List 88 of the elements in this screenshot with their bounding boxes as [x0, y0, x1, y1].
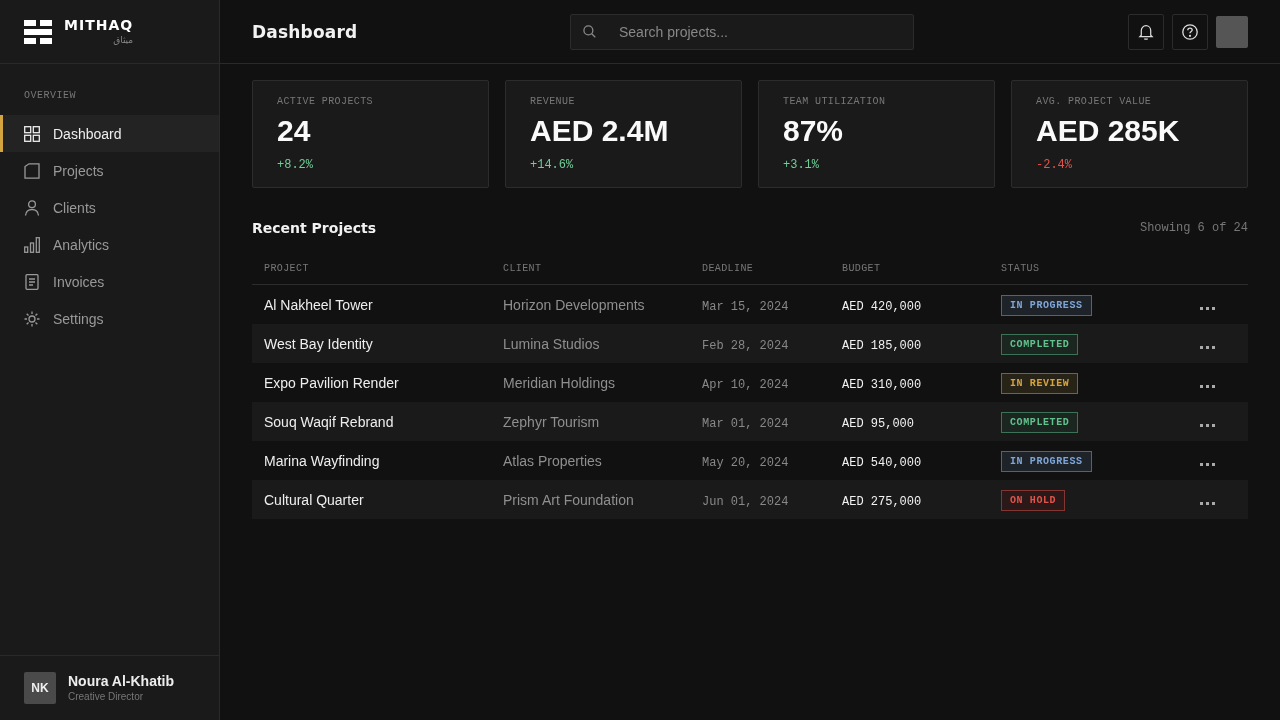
deadline-date: Mar 01, 2024	[702, 416, 789, 431]
stat-value: AED 285K	[1036, 113, 1180, 149]
stat-change: -2.4%	[1036, 158, 1072, 172]
logo-icon	[24, 19, 52, 44]
column-header: CLIENT	[503, 263, 542, 274]
status-badge: IN REVIEW	[1001, 372, 1079, 394]
nav-item[interactable]: Clients	[0, 189, 219, 226]
user-avatar: NK	[24, 672, 56, 704]
budget-amount: AED 420,000	[842, 299, 922, 314]
client-name: Lumina Studios	[503, 335, 600, 352]
status-badge: COMPLETED	[1001, 411, 1079, 433]
bell-icon	[1138, 23, 1154, 40]
stat-value: 87%	[783, 113, 844, 149]
nav-item[interactable]: Invoices	[0, 263, 219, 300]
deadline-date: Mar 15, 2024	[702, 299, 789, 314]
deadline-date: May 20, 2024	[702, 455, 789, 470]
search-field[interactable]: Search projects...	[570, 13, 914, 50]
more-icon	[1200, 384, 1215, 388]
status-badge: ON HOLD	[1001, 489, 1066, 511]
search-icon	[583, 24, 596, 38]
budget-amount: AED 310,000	[842, 377, 922, 392]
stat-label: AVG. PROJECT VALUE	[1036, 96, 1152, 108]
stat-label: ACTIVE PROJECTS	[277, 96, 373, 108]
budget-amount: AED 540,000	[842, 455, 922, 470]
client-name: Meridian Holdings	[503, 374, 616, 391]
deadline-date: Apr 10, 2024	[702, 377, 789, 392]
user-role: Creative Director	[68, 690, 144, 703]
nav-item[interactable]: Dashboard	[0, 115, 219, 152]
column-header: DEADLINE	[702, 263, 754, 274]
sun-gear-icon	[24, 310, 40, 327]
status-badge: COMPLETED	[1001, 333, 1079, 355]
project-name: Al Nakheel Tower	[264, 296, 373, 313]
more-icon	[1200, 345, 1215, 349]
folder-icon	[24, 162, 40, 179]
row-actions-button[interactable]	[1200, 421, 1215, 429]
budget-amount: AED 185,000	[842, 338, 922, 353]
document-icon	[24, 273, 40, 290]
help-button[interactable]	[1172, 13, 1208, 50]
project-name: West Bay Identity	[264, 335, 373, 352]
row-actions-button[interactable]	[1200, 460, 1215, 468]
budget-amount: AED 275,000	[842, 494, 922, 509]
nav-item[interactable]: Analytics	[0, 226, 219, 263]
row-actions-button[interactable]	[1200, 499, 1215, 507]
user-avatar[interactable]	[1216, 15, 1248, 48]
grid-icon	[24, 125, 40, 142]
project-name: Expo Pavilion Render	[264, 374, 399, 391]
client-name: Atlas Properties	[503, 452, 602, 469]
stat-change: +14.6%	[530, 158, 574, 172]
section-title: Recent Projects	[252, 220, 376, 236]
brand-name: MITHAQ	[64, 15, 134, 34]
stat-value: 24	[277, 113, 311, 149]
stat-label: REVENUE	[530, 96, 575, 108]
column-header: PROJECT	[264, 263, 309, 274]
stat-change: +8.2%	[277, 158, 313, 172]
help-icon	[1182, 23, 1198, 40]
column-header: BUDGET	[842, 263, 881, 274]
row-actions-button[interactable]	[1200, 382, 1215, 390]
section-label: OVERVIEW	[24, 90, 76, 102]
deadline-date: Feb 28, 2024	[702, 338, 789, 353]
project-name: Cultural Quarter	[264, 491, 364, 508]
budget-amount: AED 95,000	[842, 416, 914, 431]
bar-chart-icon	[24, 236, 40, 253]
results-count: Showing 6 of 24	[1139, 221, 1248, 235]
more-icon	[1200, 306, 1215, 310]
more-icon	[1200, 501, 1215, 505]
project-name: Souq Waqif Rebrand	[264, 413, 394, 430]
page-title: Dashboard	[252, 21, 358, 42]
person-icon	[24, 199, 40, 216]
client-name: Horizon Developments	[503, 296, 645, 313]
column-header: STATUS	[1001, 263, 1040, 274]
nav-item[interactable]: Settings	[0, 300, 219, 337]
status-badge: IN PROGRESS	[1001, 294, 1092, 316]
notifications-button[interactable]	[1128, 13, 1164, 50]
more-icon	[1200, 462, 1215, 466]
stat-change: +3.1%	[783, 158, 819, 172]
stat-label: TEAM UTILIZATION	[783, 96, 886, 108]
project-name: Marina Wayfinding	[264, 452, 380, 469]
brand-subtitle: ميثاق	[113, 33, 134, 46]
client-name: Zephyr Tourism	[503, 413, 600, 430]
row-actions-button[interactable]	[1200, 304, 1215, 312]
client-name: Prism Art Foundation	[503, 491, 634, 508]
nav-item[interactable]: Projects	[0, 152, 219, 189]
deadline-date: Jun 01, 2024	[702, 494, 789, 509]
stat-value: AED 2.4M	[530, 113, 669, 149]
more-icon	[1200, 423, 1215, 427]
status-badge: IN PROGRESS	[1001, 450, 1092, 472]
user-name: Noura Al-Khatib	[68, 673, 175, 690]
row-actions-button[interactable]	[1200, 343, 1215, 351]
